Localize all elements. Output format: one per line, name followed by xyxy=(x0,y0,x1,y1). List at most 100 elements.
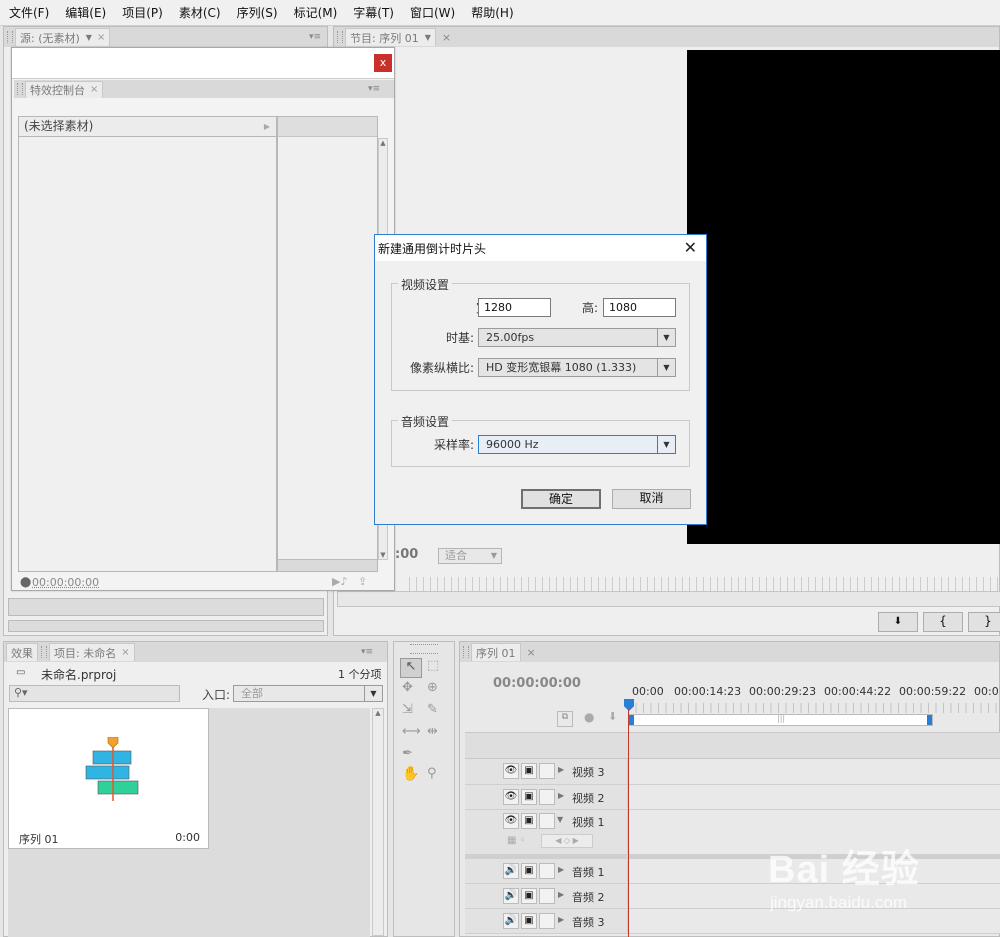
panel-menu-icon[interactable]: ▾≡ xyxy=(309,32,321,42)
grip-icon[interactable] xyxy=(17,83,23,95)
grip-icon[interactable] xyxy=(410,644,438,654)
samplerate-select[interactable]: 96000 Hz ▼ xyxy=(478,435,676,454)
close-icon[interactable]: x xyxy=(374,54,392,72)
work-area-start-handle[interactable] xyxy=(629,715,634,725)
hand-tool-icon[interactable]: ✋ xyxy=(402,766,419,782)
eye-icon[interactable]: 👁 xyxy=(503,789,519,805)
mark-out-button[interactable]: } xyxy=(968,612,1000,632)
program-scrub-bar[interactable] xyxy=(337,591,1000,607)
menu-edit[interactable]: 编辑(E) xyxy=(56,4,113,21)
scroll-down-icon[interactable]: ▼ xyxy=(379,551,387,559)
marker-icon[interactable]: ● xyxy=(584,710,594,724)
mark-in-button[interactable]: { xyxy=(923,612,963,632)
scroll-up-icon[interactable]: ▲ xyxy=(373,709,383,717)
close-icon[interactable]: × xyxy=(527,646,536,659)
playhead-line[interactable] xyxy=(628,709,629,937)
keyframe-ruler[interactable] xyxy=(278,117,377,137)
dialog-titlebar[interactable]: 新建通用倒计时片头 ✕ xyxy=(375,235,706,261)
menu-file[interactable]: 文件(F) xyxy=(0,4,56,21)
close-icon[interactable]: × xyxy=(442,31,451,44)
menu-project[interactable]: 项目(P) xyxy=(113,4,170,21)
search-input[interactable]: ⚲▾ xyxy=(9,685,180,702)
collapse-icon[interactable]: ▼ xyxy=(557,815,563,824)
width-field[interactable]: 1280 xyxy=(478,298,551,317)
grip-icon[interactable] xyxy=(7,31,13,43)
tab-sequence[interactable]: 序列 01 xyxy=(471,643,521,661)
sequence-thumbnail[interactable]: 序列 01 0:00 xyxy=(8,708,209,849)
cancel-button[interactable]: 取消 xyxy=(612,489,691,509)
effect-timecode[interactable]: 00:00:00:00 xyxy=(32,576,99,589)
expand-icon[interactable]: ▶ xyxy=(558,791,564,800)
keyframe-navigator[interactable]: ◀ ◇ ▶ xyxy=(541,834,593,848)
speaker-icon[interactable]: 🔊 xyxy=(503,913,519,929)
expand-icon[interactable]: ▶ xyxy=(558,915,564,924)
work-area-end-handle[interactable] xyxy=(927,715,932,725)
slip-tool-icon[interactable]: ⟷ xyxy=(402,724,421,739)
panel-menu-icon[interactable]: ▾≡ xyxy=(361,647,373,657)
sync-icon[interactable] xyxy=(539,763,555,779)
sync-icon[interactable] xyxy=(539,913,555,929)
track-select-tool-icon[interactable]: ⬚ xyxy=(427,658,439,673)
ripple-edit-tool-icon[interactable]: ✥ xyxy=(402,680,413,695)
tab-project[interactable]: 项目: 未命名 × xyxy=(49,643,135,661)
tab-effects[interactable]: 效果 xyxy=(6,643,38,661)
ok-button[interactable]: 确定 xyxy=(521,489,601,509)
snap-icon[interactable]: ⧉ xyxy=(557,711,573,727)
expand-icon[interactable]: ▶ xyxy=(558,865,564,874)
lock-icon[interactable]: ▣ xyxy=(521,813,537,829)
lock-icon[interactable]: ▣ xyxy=(521,913,537,929)
source-scroll-track[interactable] xyxy=(8,598,324,616)
menu-help[interactable]: 帮助(H) xyxy=(462,4,520,21)
audio-only-icon[interactable]: ▶♪ xyxy=(332,575,347,588)
grip-icon[interactable] xyxy=(337,31,343,43)
video-track-3[interactable]: 👁 ▣ ▶ 视频 3 xyxy=(465,759,1000,785)
timebase-select[interactable]: 25.00fps ▼ xyxy=(478,328,676,347)
menu-window[interactable]: 窗口(W) xyxy=(401,4,462,21)
video-track-1[interactable]: 👁 ▣ ▼ 视频 1 ▦ ◦ ◀ ◇ ▶ xyxy=(465,810,1000,855)
tab-program[interactable]: 节目: 序列 01 ▼ xyxy=(345,28,436,46)
lock-icon[interactable]: ▣ xyxy=(521,789,537,805)
program-timecode[interactable]: :00 xyxy=(395,547,418,562)
selection-tool-icon[interactable]: ↖ xyxy=(400,658,422,678)
tab-effect-controls[interactable]: 特效控制台 × xyxy=(25,80,104,98)
lock-icon[interactable]: ▣ xyxy=(521,763,537,779)
rolling-edit-tool-icon[interactable]: ⊕ xyxy=(427,680,438,695)
expand-icon[interactable]: ▶ xyxy=(558,890,564,899)
chevron-right-icon[interactable]: ▶ xyxy=(264,117,270,136)
export-icon[interactable]: ⇪ xyxy=(358,575,367,588)
scroll-up-icon[interactable]: ▲ xyxy=(379,139,387,147)
sync-icon[interactable] xyxy=(539,888,555,904)
slide-tool-icon[interactable]: ⇹ xyxy=(427,724,438,739)
panel-menu-icon[interactable]: ▾≡ xyxy=(368,84,380,94)
timeline-timecode[interactable]: 00:00:00:00 xyxy=(493,676,581,691)
sync-icon[interactable] xyxy=(539,813,555,829)
close-icon[interactable]: ✕ xyxy=(684,238,697,257)
close-icon[interactable]: × xyxy=(121,647,129,658)
video-track-2[interactable]: 👁 ▣ ▶ 视频 2 xyxy=(465,785,1000,810)
add-marker-button[interactable]: ⬇ xyxy=(878,612,918,632)
close-icon[interactable]: × xyxy=(90,84,98,95)
sync-icon[interactable] xyxy=(539,789,555,805)
razor-tool-icon[interactable]: ✎ xyxy=(427,702,438,717)
grip-icon[interactable] xyxy=(41,646,47,658)
speaker-icon[interactable]: 🔊 xyxy=(503,888,519,904)
close-icon[interactable]: × xyxy=(97,32,105,43)
work-area-grip-icon[interactable]: ||| xyxy=(777,714,785,723)
menu-sequence[interactable]: 序列(S) xyxy=(228,4,285,21)
eye-icon[interactable]: 👁 xyxy=(503,763,519,779)
eye-icon[interactable]: 👁 xyxy=(503,813,519,829)
rate-stretch-tool-icon[interactable]: ⇲ xyxy=(402,702,413,717)
lock-icon[interactable]: ▣ xyxy=(521,863,537,879)
add-marker-icon[interactable]: ⬇ xyxy=(608,710,617,723)
display-style-icon[interactable]: ▦ ◦ xyxy=(507,835,526,846)
expand-icon[interactable]: ▶ xyxy=(558,765,564,774)
tab-source[interactable]: 源: (无素材) ▼ × xyxy=(15,28,111,46)
speaker-icon[interactable]: 🔊 xyxy=(503,863,519,879)
work-area-bar[interactable]: ||| xyxy=(628,714,933,726)
lock-icon[interactable]: ▣ xyxy=(521,888,537,904)
audio-track-1[interactable]: 🔊 ▣ ▶ 音频 1 xyxy=(465,859,1000,884)
pixel-aspect-select[interactable]: HD 变形宽银幕 1080 (1.333) ▼ xyxy=(478,358,676,377)
audio-track-2[interactable]: 🔊 ▣ ▶ 音频 2 xyxy=(465,884,1000,909)
pen-tool-icon[interactable]: ✒ xyxy=(402,746,413,761)
sync-icon[interactable] xyxy=(539,863,555,879)
